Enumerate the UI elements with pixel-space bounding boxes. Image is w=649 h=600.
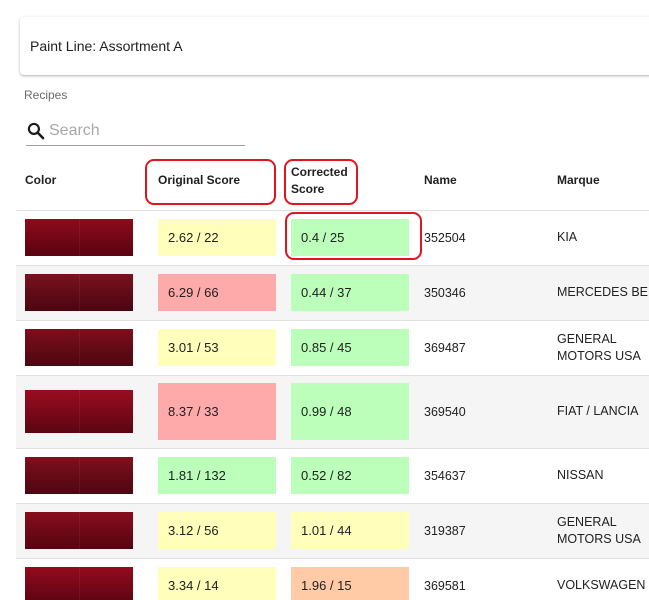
original-score-value: 3.12 / 56 xyxy=(158,512,276,549)
color-swatch xyxy=(25,512,133,549)
color-swatch xyxy=(25,274,133,311)
search-input[interactable] xyxy=(49,121,239,140)
table-row[interactable]: 3.12 / 56 1.01 / 44 319387 GENERAL MOTORS U… xyxy=(16,503,649,559)
original-score-highlight xyxy=(145,159,276,205)
recipe-name-cell: 354637 xyxy=(415,448,548,504)
marque-cell: NISSAN xyxy=(548,448,649,504)
column-header-color[interactable]: Color xyxy=(16,152,149,211)
corrected-score-value: 1.01 / 44 xyxy=(291,512,409,549)
color-cell xyxy=(16,265,149,321)
color-cell xyxy=(16,210,149,266)
page-title: Paint Line: Assortment A xyxy=(30,38,183,54)
marque-cell: MERCEDES BENZ xyxy=(548,265,649,321)
color-swatch xyxy=(25,457,133,494)
corrected-score-value: 1.96 / 15 xyxy=(291,567,409,600)
recipe-name-cell: 319387 xyxy=(415,503,548,559)
color-swatch xyxy=(25,219,133,256)
marque-cell: GENERAL MOTORS USA xyxy=(548,320,649,376)
original-score-cell: 2.62 / 22 xyxy=(149,210,282,266)
table-row[interactable]: 1.81 / 132 0.52 / 82 354637 NISSAN xyxy=(16,448,649,504)
original-score-value: 1.81 / 132 xyxy=(158,457,276,494)
search-icon xyxy=(27,122,45,139)
marque-cell: VOLKSWAGEN xyxy=(548,558,649,600)
original-score-cell: 1.81 / 132 xyxy=(149,448,282,504)
color-swatch xyxy=(25,567,133,600)
color-cell xyxy=(16,320,149,376)
color-cell xyxy=(16,558,149,600)
table-row[interactable]: 3.34 / 14 1.96 / 15 369581 VOLKSWAGEN xyxy=(16,558,649,600)
original-score-cell: 3.34 / 14 xyxy=(149,558,282,600)
color-swatch xyxy=(25,329,133,366)
original-score-cell: 3.12 / 56 xyxy=(149,503,282,559)
recipe-name-cell: 369540 xyxy=(415,375,548,449)
corrected-score-value: 0.44 / 37 xyxy=(291,274,409,311)
corrected-score-value: 0.99 / 48 xyxy=(291,383,409,440)
original-score-cell: 3.01 / 53 xyxy=(149,320,282,376)
original-score-value: 8.37 / 33 xyxy=(158,383,276,440)
corrected-score-cell: 0.44 / 37 xyxy=(282,265,415,321)
corrected-score-value: 0.85 / 45 xyxy=(291,329,409,366)
corrected-score-cell: 0.99 / 48 xyxy=(282,375,415,449)
recipe-name-cell: 369487 xyxy=(415,320,548,376)
recipe-name-cell: 352504 xyxy=(415,210,548,266)
recipe-name-cell: 369581 xyxy=(415,558,548,600)
corrected-score-cell: 1.01 / 44 xyxy=(282,503,415,559)
marque-cell: FIAT / LANCIA xyxy=(548,375,649,449)
marque-cell: GENERAL MOTORS USA xyxy=(548,503,649,559)
marque-cell: KIA xyxy=(548,210,649,266)
original-score-value: 2.62 / 22 xyxy=(158,219,276,256)
color-swatch xyxy=(25,390,133,433)
corrected-score-value: 0.52 / 82 xyxy=(291,457,409,494)
table-row[interactable]: 3.01 / 53 0.85 / 45 369487 GENERAL MOTORS U… xyxy=(16,320,649,376)
original-score-value: 6.29 / 66 xyxy=(158,274,276,311)
corrected-score-highlight xyxy=(284,159,358,205)
table-row[interactable]: 6.29 / 66 0.44 / 37350346MERCEDES BENZ xyxy=(16,265,649,321)
original-score-cell: 8.37 / 33 xyxy=(149,375,282,449)
column-header-marque[interactable]: Marque xyxy=(548,152,649,211)
color-cell xyxy=(16,503,149,559)
header-card: Paint Line: Assortment A xyxy=(20,17,649,75)
search-field[interactable] xyxy=(26,116,245,146)
original-score-value: 3.34 / 14 xyxy=(158,567,276,600)
table-row[interactable]: 8.37 / 33 0.99 / 48 369540 FIAT / LANCIA xyxy=(16,375,649,449)
column-header-name[interactable]: Name xyxy=(415,152,548,211)
recipe-name-cell: 350346 xyxy=(415,265,548,321)
original-score-cell: 6.29 / 66 xyxy=(149,265,282,321)
corrected-score-cell: 1.96 / 15 xyxy=(282,558,415,600)
corrected-score-cell: 0.52 / 82 xyxy=(282,448,415,504)
color-cell xyxy=(16,375,149,449)
corrected-score-cell-highlight xyxy=(285,212,422,260)
corrected-score-cell: 0.85 / 45 xyxy=(282,320,415,376)
original-score-value: 3.01 / 53 xyxy=(158,329,276,366)
recipes-label: Recipes xyxy=(24,88,68,102)
color-cell xyxy=(16,448,149,504)
